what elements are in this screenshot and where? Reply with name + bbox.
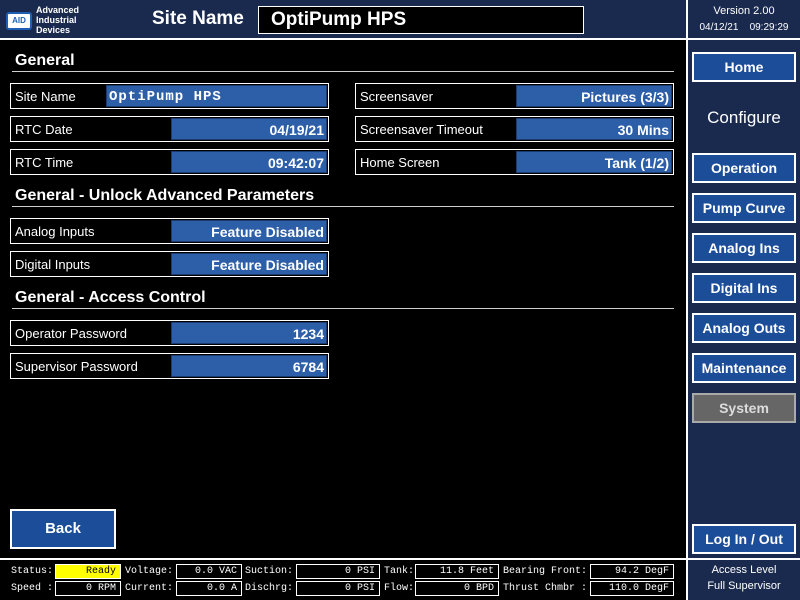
supervisor-password-field[interactable]: 6784 xyxy=(171,355,327,377)
site-name-display: OptiPump HPS xyxy=(258,6,584,34)
rtc-time-row[interactable]: RTC Time 09:42:07 xyxy=(10,149,329,175)
tank-value: 11.8 Feet xyxy=(415,564,499,579)
analog-outs-button[interactable]: Analog Outs xyxy=(692,313,796,343)
section-title-unlock: General - Unlock Advanced Parameters xyxy=(15,187,315,204)
version-panel: Version 2.00 04/12/21 09:29:29 xyxy=(686,0,800,40)
version-text: Version 2.00 xyxy=(713,5,775,17)
analog-inputs-field[interactable]: Feature Disabled xyxy=(171,220,327,242)
rtc-date-label: RTC Date xyxy=(15,122,73,137)
flow-value: 0 BPD xyxy=(415,581,499,596)
status-bar: Status: Ready Speed : 0 RPM Voltage: 0.0… xyxy=(0,558,686,600)
suction-value: 0 PSI xyxy=(296,564,380,579)
operator-password-field[interactable]: 1234 xyxy=(171,322,327,344)
site-name-field-label: Site Name xyxy=(15,89,76,104)
pump-curve-button[interactable]: Pump Curve xyxy=(692,193,796,223)
supervisor-password-row[interactable]: Supervisor Password 6784 xyxy=(10,353,329,379)
back-button[interactable]: Back xyxy=(10,509,116,549)
logo-badge: AID xyxy=(6,12,32,30)
section-title-access: General - Access Control xyxy=(15,289,206,306)
screensaver-timeout-label: Screensaver Timeout xyxy=(360,122,483,137)
digital-inputs-label: Digital Inputs xyxy=(15,257,91,272)
site-name-field[interactable]: OptiPump HPS xyxy=(106,85,327,107)
login-logout-button[interactable]: Log In / Out xyxy=(692,524,796,554)
nav-sidebar: Home Configure Operation Pump Curve Anal… xyxy=(686,40,800,558)
operation-button[interactable]: Operation xyxy=(692,153,796,183)
header-bar: AID Advanced Industrial Devices Site Nam… xyxy=(0,0,686,40)
access-level-panel: Access Level Full Supervisor xyxy=(686,558,800,600)
home-button[interactable]: Home xyxy=(692,52,796,82)
supervisor-password-label: Supervisor Password xyxy=(15,359,138,374)
bearing-front-label: Bearing Front: xyxy=(503,566,588,577)
site-name-row[interactable]: Site Name OptiPump HPS xyxy=(10,83,329,109)
tank-label: Tank: xyxy=(384,566,415,577)
current-label: Current: xyxy=(125,583,174,594)
analog-inputs-label: Analog Inputs xyxy=(15,224,95,239)
analog-inputs-row[interactable]: Analog Inputs Feature Disabled xyxy=(10,218,329,244)
rtc-date-row[interactable]: RTC Date 04/19/21 xyxy=(10,116,329,142)
thrust-chamber-value: 110.0 DegF xyxy=(590,581,674,596)
section-title-general: General xyxy=(15,52,75,69)
digital-ins-button[interactable]: Digital Ins xyxy=(692,273,796,303)
section-divider xyxy=(12,308,674,309)
suction-label: Suction: xyxy=(245,566,294,577)
home-screen-field[interactable]: Tank (1/2) xyxy=(516,151,672,173)
screensaver-label: Screensaver xyxy=(360,89,433,104)
discharge-value: 0 PSI xyxy=(296,581,380,596)
speed-value: 0 RPM xyxy=(55,581,121,596)
date-text: 04/12/21 xyxy=(699,22,739,33)
home-screen-row[interactable]: Home Screen Tank (1/2) xyxy=(355,149,674,175)
screensaver-timeout-row[interactable]: Screensaver Timeout 30 Mins xyxy=(355,116,674,142)
time-text: 09:29:29 xyxy=(749,22,789,33)
logo-line: Devices xyxy=(36,25,71,35)
home-screen-label: Home Screen xyxy=(360,155,440,170)
section-divider xyxy=(12,71,674,72)
voltage-value: 0.0 VAC xyxy=(176,564,242,579)
screensaver-field[interactable]: Pictures (3/3) xyxy=(516,85,672,107)
logo-line: Advanced xyxy=(36,5,80,15)
section-divider xyxy=(12,206,674,207)
thrust-chamber-label: Thrust Chmbr : xyxy=(503,583,588,594)
flow-label: Flow: xyxy=(384,583,415,594)
access-level-value: Full Supervisor xyxy=(707,580,781,592)
analog-ins-button[interactable]: Analog Ins xyxy=(692,233,796,263)
operator-password-label: Operator Password xyxy=(15,326,127,341)
company-logo: AID Advanced Industrial Devices xyxy=(4,4,88,36)
status-label: Status: xyxy=(11,566,54,577)
screensaver-row[interactable]: Screensaver Pictures (3/3) xyxy=(355,83,674,109)
rtc-time-field[interactable]: 09:42:07 xyxy=(171,151,327,173)
datetime-text: 04/12/21 09:29:29 xyxy=(688,22,800,33)
site-name-label: Site Name xyxy=(152,8,244,29)
configure-heading: Configure xyxy=(707,108,781,127)
digital-inputs-row[interactable]: Digital Inputs Feature Disabled xyxy=(10,251,329,277)
logo-text: Advanced Industrial Devices xyxy=(36,5,96,35)
current-value: 0.0 A xyxy=(176,581,242,596)
access-level-label: Access Level xyxy=(711,564,777,576)
discharge-label: Dischrg: xyxy=(245,583,294,594)
voltage-label: Voltage: xyxy=(125,566,174,577)
maintenance-button[interactable]: Maintenance xyxy=(692,353,796,383)
speed-label: Speed : xyxy=(11,583,54,594)
operator-password-row[interactable]: Operator Password 1234 xyxy=(10,320,329,346)
bearing-front-value: 94.2 DegF xyxy=(590,564,674,579)
system-button[interactable]: System xyxy=(692,393,796,423)
status-value: Ready xyxy=(55,564,121,579)
logo-line: Industrial xyxy=(36,15,77,25)
digital-inputs-field[interactable]: Feature Disabled xyxy=(171,253,327,275)
main-content: General Site Name OptiPump HPS RTC Date … xyxy=(0,42,686,558)
rtc-date-field[interactable]: 04/19/21 xyxy=(171,118,327,140)
screensaver-timeout-field[interactable]: 30 Mins xyxy=(516,118,672,140)
rtc-time-label: RTC Time xyxy=(15,155,74,170)
